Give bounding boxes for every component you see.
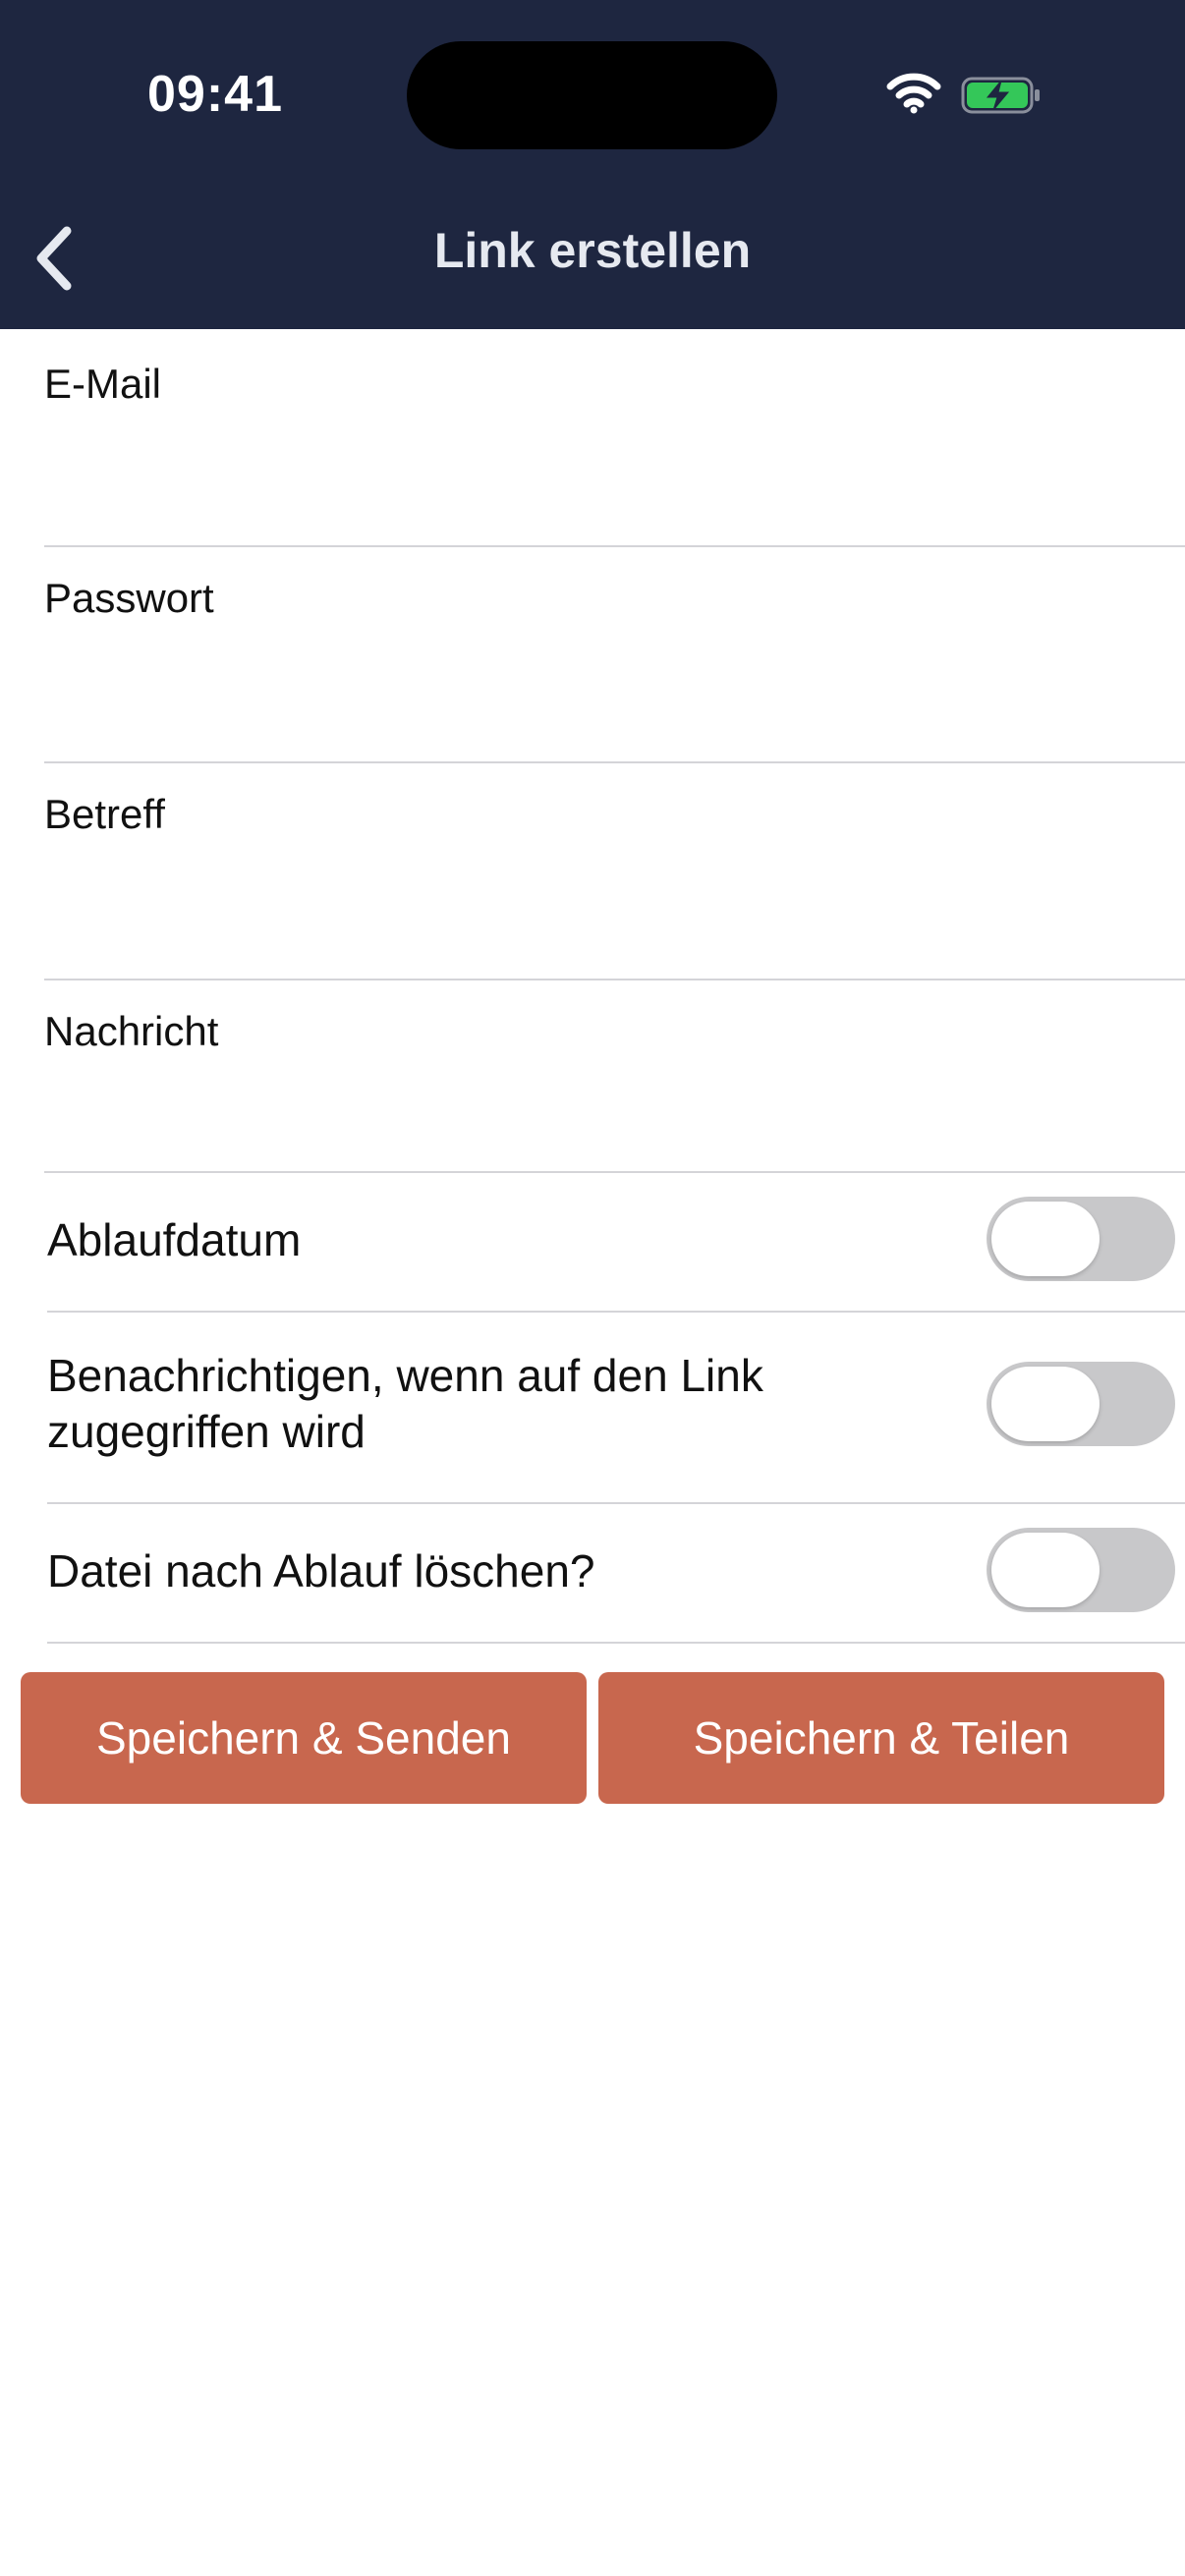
email-label: E-Mail <box>44 361 162 407</box>
notify-access-toggle[interactable] <box>987 1362 1175 1446</box>
message-label: Nachricht <box>44 1008 219 1054</box>
delete-after-expiry-label: Datei nach Ablauf löschen? <box>47 1545 595 1596</box>
toggle-knob <box>991 1533 1100 1607</box>
navigation-header: 09:41 Link erstellen <box>0 0 1185 329</box>
password-field[interactable] <box>44 685 1165 754</box>
notify-access-label: Benachrichtigen, wenn auf den Link zugeg… <box>47 1348 763 1460</box>
subject-field-group: Betreff <box>44 761 1185 980</box>
expiry-date-toggle[interactable] <box>987 1197 1175 1281</box>
dynamic-island <box>407 41 777 149</box>
password-field-group: Passwort <box>44 545 1185 763</box>
notify-access-row: Benachrichtigen, wenn auf den Link zugeg… <box>47 1311 1185 1504</box>
battery-charging-icon <box>961 77 1040 114</box>
expiry-date-row: Ablaufdatum <box>47 1171 1185 1313</box>
email-field-group: E-Mail <box>44 329 1185 547</box>
status-time: 09:41 <box>147 66 283 123</box>
message-field[interactable] <box>44 1094 1165 1163</box>
save-send-button[interactable]: Speichern & Senden <box>21 1672 587 1804</box>
notify-access-label-line1: Benachrichtigen, wenn auf den Link <box>47 1350 763 1401</box>
save-share-button[interactable]: Speichern & Teilen <box>598 1672 1164 1804</box>
password-label: Passwort <box>44 575 214 621</box>
toggle-knob <box>991 1367 1100 1441</box>
toggle-knob <box>991 1202 1100 1276</box>
page-title: Link erstellen <box>433 223 752 278</box>
delete-after-expiry-row: Datei nach Ablauf löschen? <box>47 1502 1185 1644</box>
subject-label: Betreff <box>44 791 165 837</box>
subject-field[interactable] <box>44 902 1165 971</box>
email-field[interactable] <box>44 469 1165 537</box>
expiry-date-label: Ablaufdatum <box>47 1214 302 1265</box>
message-field-group: Nachricht <box>44 979 1185 1173</box>
delete-after-expiry-toggle[interactable] <box>987 1528 1175 1612</box>
wifi-icon <box>886 73 941 114</box>
notify-access-label-line2: zugegriffen wird <box>47 1406 366 1457</box>
